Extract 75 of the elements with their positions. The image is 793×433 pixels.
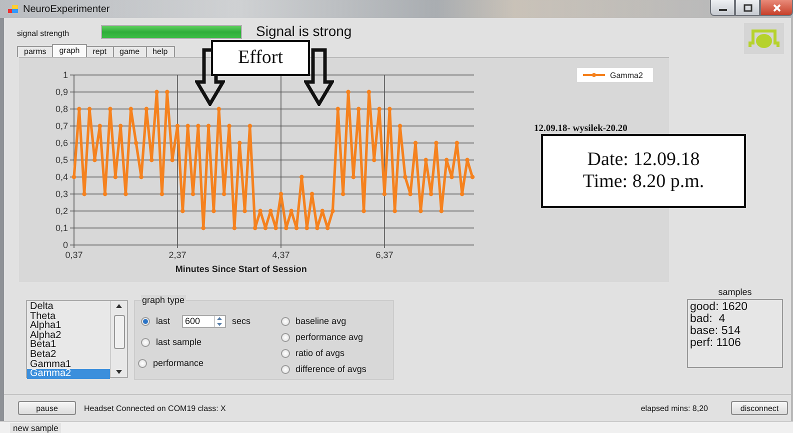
- band-list-item[interactable]: Gamma1: [27, 360, 110, 370]
- band-list-item[interactable]: Theta: [27, 312, 110, 322]
- y-tick-label: 0,4: [55, 172, 68, 182]
- y-tick-label: 0,5: [55, 155, 68, 165]
- sample-count: base: 514: [690, 325, 742, 337]
- elapsed-time: elapsed mins: 8,20: [640, 404, 708, 413]
- chart-caption: 12.09.18- wysilek-20.20: [534, 124, 628, 134]
- x-axis-title: Minutes Since Start of Session: [175, 264, 307, 274]
- radio-button[interactable]: [138, 358, 147, 368]
- radio-button[interactable]: [280, 332, 290, 342]
- close-icon: [772, 4, 782, 12]
- y-tick-label: 0,9: [55, 87, 68, 97]
- band-list-item[interactable]: Alpha2: [27, 330, 110, 340]
- radio-label: performance avg: [296, 332, 364, 342]
- tab[interactable]: rept: [86, 46, 114, 57]
- signal-status: Signal is strong: [256, 22, 352, 38]
- headset-icon: [747, 26, 781, 50]
- radio-label: ratio of avgs: [296, 348, 345, 358]
- radio-label: last: [156, 316, 170, 326]
- app-icon: [8, 4, 18, 14]
- disconnect-button[interactable]: disconnect: [731, 401, 788, 416]
- close-button[interactable]: [760, 0, 793, 16]
- connection-status: Headset Connected on COM19 class: X: [84, 404, 227, 413]
- date-time-note: Date: 12.09.18 Time: 8.20 p.m.: [541, 134, 746, 208]
- scroll-up-icon[interactable]: [116, 304, 122, 308]
- band-list-item[interactable]: Delta: [27, 302, 110, 312]
- signal-strength-label: signal strength: [17, 29, 70, 38]
- radio-label: performance: [153, 358, 204, 368]
- radio-button[interactable]: [280, 316, 290, 326]
- pause-button[interactable]: pause: [18, 401, 76, 416]
- y-tick-label: 0,8: [55, 104, 68, 114]
- y-tick-label: 0: [62, 240, 68, 250]
- x-tick-label: 4,37: [272, 250, 290, 260]
- sample-count: bad: 4: [690, 313, 726, 325]
- minimize-button[interactable]: [710, 0, 735, 16]
- y-tick-label: 0,3: [55, 189, 68, 199]
- radio-button[interactable]: [141, 338, 150, 346]
- samples-title: samples: [718, 287, 752, 297]
- y-tick-label: 0,7: [55, 121, 68, 131]
- group-title: graph type: [141, 295, 186, 305]
- effort-label: Effort: [211, 40, 310, 76]
- seconds-spinbox[interactable]: 600: [182, 314, 226, 328]
- y-tick-label: 0,2: [55, 206, 68, 216]
- radio-label: baseline avg: [296, 316, 346, 326]
- tab[interactable]: help: [146, 46, 175, 57]
- radio-button[interactable]: [280, 364, 290, 374]
- tab[interactable]: graph: [52, 44, 87, 57]
- y-tick-label: 0,1: [55, 223, 68, 233]
- window-title: NeuroExperimenter: [23, 4, 111, 14]
- x-tick-label: 0,37: [65, 250, 83, 260]
- radio-label: difference of avgs: [296, 364, 366, 374]
- tab[interactable]: game: [112, 46, 147, 57]
- sample-count: good: 1620: [690, 301, 749, 313]
- scrollbar[interactable]: [110, 301, 127, 377]
- maximize-icon: [742, 4, 752, 12]
- y-tick-label: 1: [62, 70, 68, 80]
- band-list[interactable]: Delta Theta Alpha1 Alpha2 Beta1 Beta2 Gamma1 Gamma2: [26, 300, 128, 378]
- x-tick-label: 2,37: [168, 250, 186, 260]
- tab[interactable]: parms: [17, 46, 54, 57]
- radio-button[interactable]: [141, 316, 150, 326]
- band-list-item[interactable]: Beta2: [27, 350, 110, 360]
- chart-legend: Gamma2: [577, 68, 653, 82]
- sample-count: perf: 1106: [690, 337, 742, 349]
- x-tick-label: 6,37: [376, 250, 394, 260]
- legend-line-icon: [583, 72, 605, 78]
- radio-button[interactable]: [280, 348, 290, 358]
- radio-label: last sample: [156, 337, 202, 347]
- maximize-button[interactable]: [735, 0, 760, 16]
- unit-label: secs: [232, 316, 251, 326]
- band-list-item[interactable]: Beta1: [27, 340, 110, 350]
- y-tick-label: 0,6: [55, 138, 68, 148]
- band-list-item[interactable]: Alpha1: [27, 321, 110, 331]
- down-arrow-icon: [304, 48, 334, 106]
- scroll-down-icon[interactable]: [116, 370, 122, 374]
- status-text: new sample: [10, 423, 62, 433]
